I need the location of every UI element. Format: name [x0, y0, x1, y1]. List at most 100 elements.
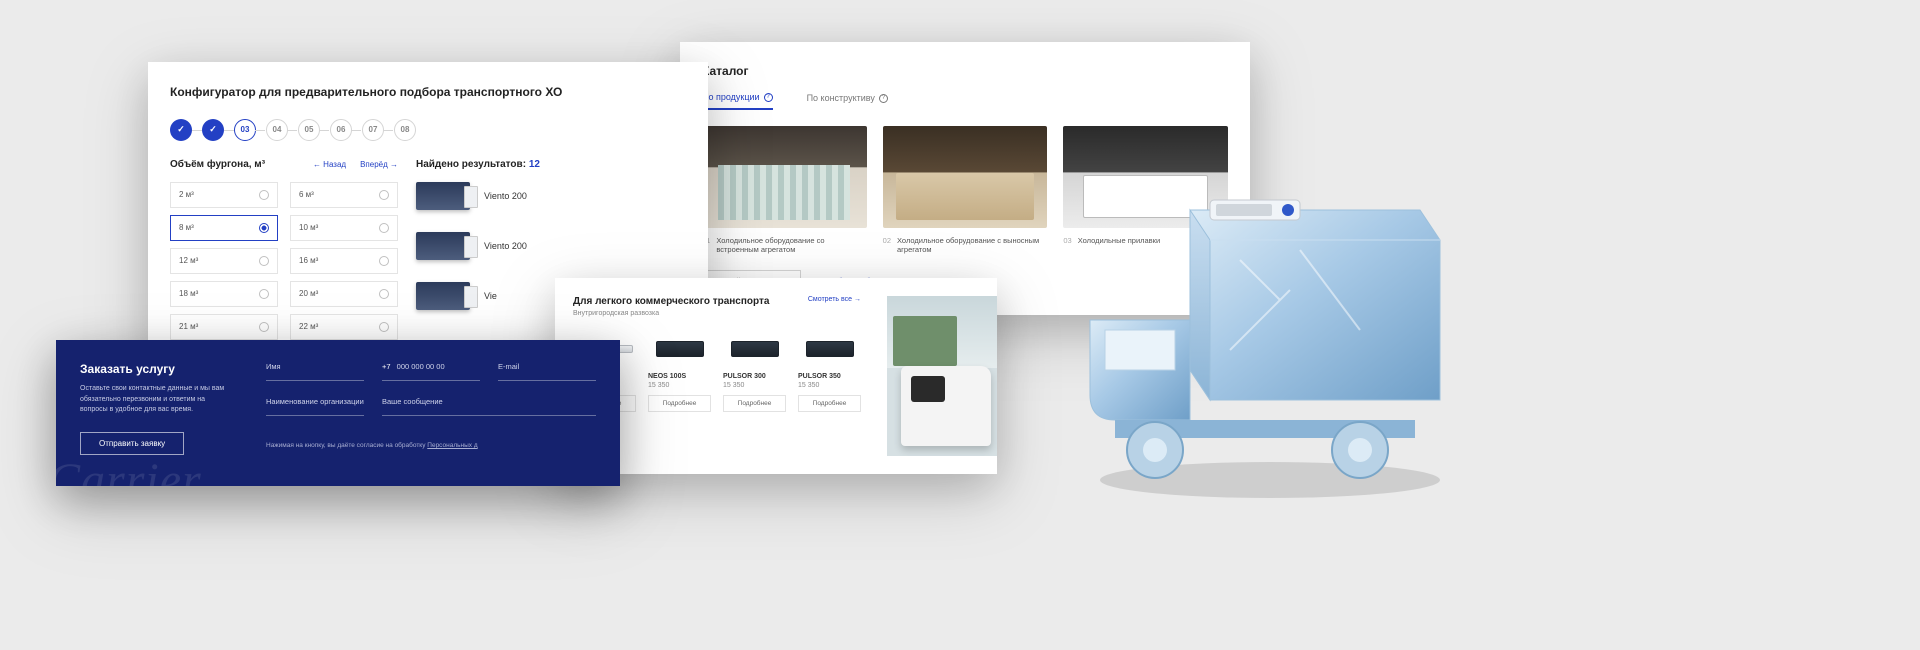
radio-icon [379, 322, 389, 332]
result-thumb [416, 182, 470, 210]
product-image [648, 335, 711, 363]
step-07[interactable]: 07 [362, 119, 384, 141]
catalog-card[interactable]: 03 Холодильные прилавки [1063, 126, 1228, 254]
phone-field[interactable]: +7 000 000 00 00 [382, 362, 480, 381]
result-name: Viento 200 [484, 241, 527, 251]
option-label: 6 м³ [299, 190, 314, 199]
send-button[interactable]: Отправить заявку [80, 432, 184, 455]
order-description: Оставьте свои контактные данные и мы вам… [80, 384, 230, 416]
consent-pre: Нажимая на кнопку, вы даёте согласие на … [266, 442, 427, 449]
tab-by-construction[interactable]: По конструктиву ? [807, 92, 888, 110]
results-count: 12 [529, 159, 540, 170]
radio-icon [379, 256, 389, 266]
volume-options: 2 м³ 8 м³ 12 м³ 18 м³ 21 м³ 6 м³ 10 м³ 1… [170, 182, 398, 340]
see-all-link[interactable]: Смотреть все → [808, 296, 861, 303]
details-button[interactable]: Подробнее [798, 395, 861, 412]
volume-option[interactable]: 18 м³ [170, 281, 278, 307]
details-button[interactable]: Подробнее [723, 395, 786, 412]
details-button[interactable]: Подробнее [648, 395, 711, 412]
tab-by-product-label: По продукции [702, 92, 760, 102]
consent-link[interactable]: Персональных д [427, 442, 477, 449]
result-name: Vie [484, 291, 497, 301]
volume-option[interactable]: 12 м³ [170, 248, 278, 274]
next-button[interactable]: Вперёд → [360, 160, 398, 169]
result-name: Viento 200 [484, 191, 527, 201]
phone-prefix: +7 [382, 362, 391, 371]
radio-icon [259, 322, 269, 332]
volume-option[interactable]: 21 м³ [170, 314, 278, 340]
product-image [798, 335, 861, 363]
catalog-thumb [702, 126, 867, 228]
catalog-card[interactable]: 02 Холодильное оборудование с выносным а… [883, 126, 1048, 254]
product-card[interactable]: PULSOR 300 15 350 Подробнее [723, 335, 786, 412]
volume-option[interactable]: 2 м³ [170, 182, 278, 208]
email-field[interactable]: E-mail [498, 362, 596, 381]
result-item[interactable]: Viento 200 [416, 182, 686, 210]
product-name: PULSOR 300 [723, 373, 786, 380]
volume-option[interactable]: 6 м³ [290, 182, 398, 208]
prev-button[interactable]: ← Назад [313, 160, 346, 169]
volume-option[interactable]: 20 м³ [290, 281, 398, 307]
catalog-index: 03 [1063, 236, 1071, 245]
stepper: 03 04 05 06 07 08 [170, 119, 686, 141]
consent-text: Нажимая на кнопку, вы даёте согласие на … [266, 442, 596, 454]
product-card[interactable]: PULSOR 350 15 350 Подробнее [798, 335, 861, 412]
product-price: 15 350 [648, 382, 711, 389]
option-label: 18 м³ [179, 289, 198, 298]
volume-option[interactable]: 8 м³ [170, 215, 278, 241]
catalog-caption-text: Холодильное оборудование с выносным агре… [897, 236, 1047, 254]
product-price: 15 350 [798, 382, 861, 389]
org-field[interactable]: Наименование организации [266, 397, 364, 416]
name-field[interactable]: Имя [266, 362, 364, 381]
results-title: Найдено результатов: 12 [416, 159, 686, 170]
catalog-grid: 01 Холодильное оборудование со встроенны… [702, 126, 1228, 254]
product-name: NEOS 100S [648, 373, 711, 380]
commercial-panel: Для легкого коммерческого транспорта Вну… [555, 278, 997, 474]
catalog-caption: 02 Холодильное оборудование с выносным а… [883, 236, 1048, 254]
radio-icon [259, 256, 269, 266]
option-label: 16 м³ [299, 256, 318, 265]
radio-icon [259, 223, 269, 233]
result-item[interactable]: Viento 200 [416, 232, 686, 260]
message-field[interactable]: Ваше сообщение [382, 397, 596, 416]
results-label: Найдено результатов: [416, 159, 526, 170]
step-04[interactable]: 04 [266, 119, 288, 141]
radio-icon [379, 289, 389, 299]
order-title: Заказать услугу [80, 362, 240, 376]
product-card[interactable]: NEOS 100S 15 350 Подробнее [648, 335, 711, 412]
catalog-caption: 01 Холодильное оборудование со встроенны… [702, 236, 867, 254]
commercial-subtitle: Внутригородская развозка [573, 310, 769, 317]
volume-option[interactable]: 16 м³ [290, 248, 398, 274]
catalog-caption-text: Холодильное оборудование со встроенным а… [716, 236, 866, 254]
volume-option[interactable]: 10 м³ [290, 215, 398, 241]
step-05[interactable]: 05 [298, 119, 320, 141]
option-label: 10 м³ [299, 223, 318, 232]
option-label: 22 м³ [299, 322, 318, 331]
configurator-title: Конфигуратор для предварительного подбор… [170, 84, 686, 101]
product-name: PULSOR 350 [798, 373, 861, 380]
radio-icon [259, 289, 269, 299]
catalog-index: 02 [883, 236, 891, 254]
tab-by-product[interactable]: По продукции ? [702, 92, 773, 110]
option-label: 12 м³ [179, 256, 198, 265]
step-06[interactable]: 06 [330, 119, 352, 141]
step-08[interactable]: 08 [394, 119, 416, 141]
step-03[interactable]: 03 [234, 119, 256, 141]
catalog-tabs: По продукции ? По конструктиву ? [702, 92, 1228, 110]
info-icon: ? [764, 93, 773, 102]
catalog-card[interactable]: 01 Холодильное оборудование со встроенны… [702, 126, 867, 254]
catalog-thumb [1063, 126, 1228, 228]
result-thumb [416, 282, 470, 310]
order-panel: Carrier Заказать услугу Оставьте свои ко… [56, 340, 620, 486]
brand-watermark: Carrier [56, 453, 202, 486]
product-image [723, 335, 786, 363]
option-label: 20 м³ [299, 289, 318, 298]
volume-label: Объём фургона, м³ [170, 159, 265, 170]
step-01[interactable] [170, 119, 192, 141]
radio-icon [379, 223, 389, 233]
option-label: 2 м³ [179, 190, 194, 199]
result-thumb [416, 232, 470, 260]
step-02[interactable] [202, 119, 224, 141]
radio-icon [259, 190, 269, 200]
volume-option[interactable]: 22 м³ [290, 314, 398, 340]
